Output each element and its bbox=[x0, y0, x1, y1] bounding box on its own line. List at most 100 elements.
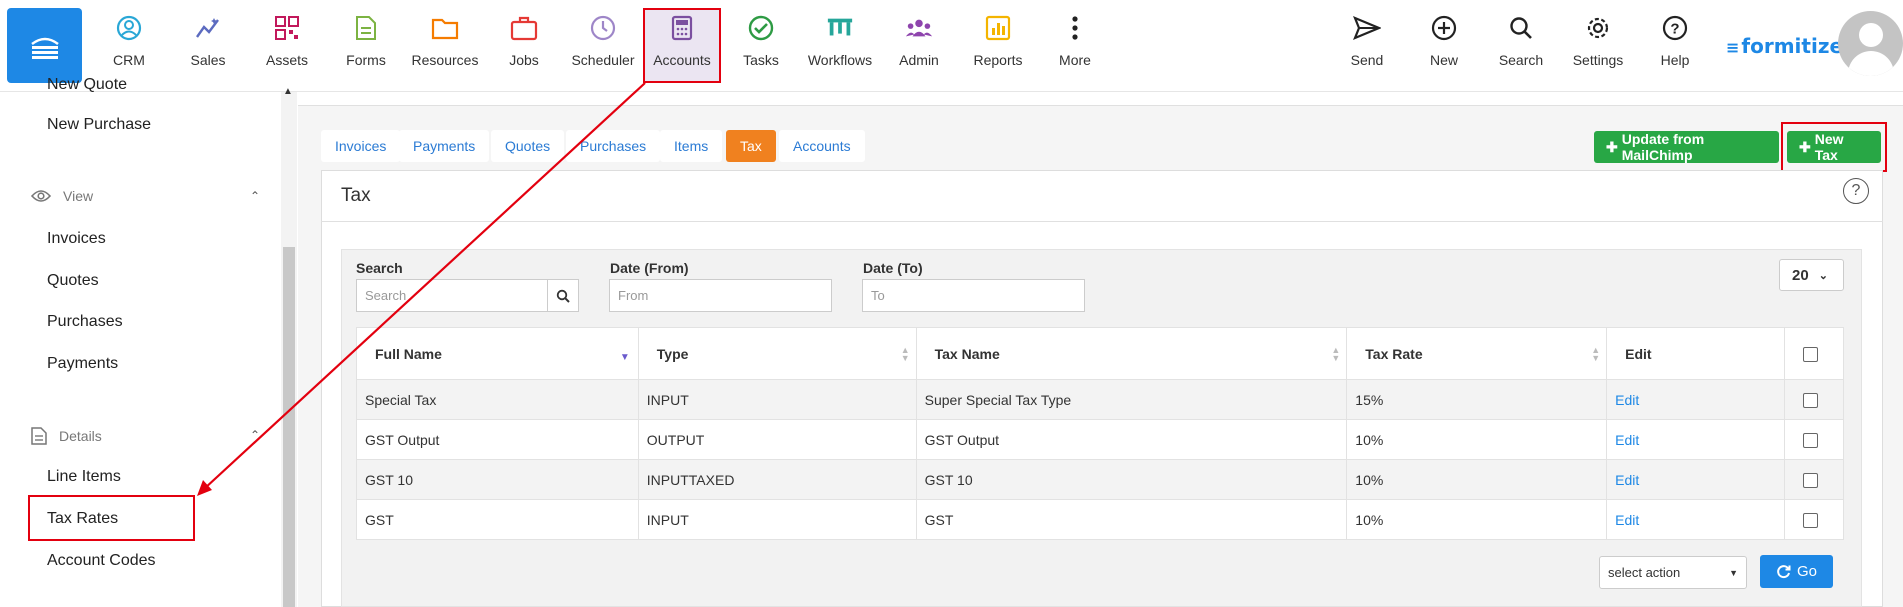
select-all-checkbox-cell[interactable] bbox=[1783, 327, 1845, 380]
sales-icon bbox=[196, 18, 219, 38]
table-row: GST 10 INPUTTAXED GST 10 10% Edit bbox=[356, 459, 1845, 500]
search-button[interactable] bbox=[547, 279, 579, 312]
nav-reports[interactable]: Reports bbox=[959, 14, 1037, 74]
nav-label: Workflows bbox=[807, 52, 873, 68]
bulk-action-value: select action bbox=[1608, 565, 1681, 580]
sidebar-link-payments[interactable]: Payments bbox=[47, 355, 118, 373]
scrollbar-thumb[interactable] bbox=[283, 247, 295, 607]
formitize-logo[interactable]: ≡ formitize bbox=[1726, 34, 1843, 58]
nav-label: Admin bbox=[899, 52, 939, 68]
go-button[interactable]: Go bbox=[1760, 555, 1833, 588]
cell-tax-name: GST Output bbox=[915, 419, 1348, 460]
chevron-up-icon[interactable]: ⌃ bbox=[250, 428, 260, 442]
nav-settings[interactable]: Settings bbox=[1559, 14, 1637, 74]
sort-icon: ▲ ▼ bbox=[900, 345, 910, 363]
sidebar-section-view[interactable]: View bbox=[31, 188, 93, 204]
column-header-type[interactable]: Type ▲ ▼ bbox=[637, 327, 917, 380]
content-header-strip bbox=[298, 92, 1903, 106]
nav-accounts[interactable]: Accounts bbox=[643, 14, 721, 74]
more-dots-icon bbox=[1072, 16, 1078, 40]
tax-table: Full Name ▼ Type ▲ ▼ Tax Name ▲ ▼ Tax Rate ▲ ▼ … bbox=[356, 327, 1845, 540]
panel-title: Tax bbox=[341, 185, 371, 206]
column-header-tax-name[interactable]: Tax Name ▲ ▼ bbox=[915, 327, 1348, 380]
row-checkbox[interactable] bbox=[1802, 512, 1818, 528]
sidebar-link-quotes[interactable]: Quotes bbox=[47, 272, 99, 290]
nav-forms[interactable]: Forms bbox=[327, 14, 405, 74]
nav-label: Jobs bbox=[509, 52, 539, 68]
tab-payments[interactable]: Payments bbox=[399, 130, 490, 162]
nav-help[interactable]: ? Help bbox=[1636, 14, 1714, 74]
reports-icon bbox=[985, 15, 1011, 41]
nav-jobs[interactable]: Jobs bbox=[485, 14, 563, 74]
nav-more[interactable]: More bbox=[1036, 14, 1114, 74]
sidebar-link-account-codes[interactable]: Account Codes bbox=[47, 552, 156, 570]
nav-resources[interactable]: Resources bbox=[406, 14, 484, 74]
row-checkbox[interactable] bbox=[1802, 472, 1818, 488]
select-all-checkbox[interactable] bbox=[1802, 346, 1818, 362]
nav-label: Settings bbox=[1572, 52, 1624, 68]
chevron-up-icon[interactable]: ⌃ bbox=[250, 189, 260, 203]
column-header-full-name[interactable]: Full Name ▼ bbox=[356, 327, 639, 380]
nav-sales[interactable]: Sales bbox=[169, 14, 247, 74]
sort-icon: ▲ ▼ bbox=[1331, 345, 1341, 363]
home-button[interactable] bbox=[7, 8, 82, 83]
tab-tax[interactable]: Tax bbox=[726, 130, 776, 162]
sidebar-link-new-purchase[interactable]: New Purchase bbox=[47, 116, 151, 134]
date-from-input[interactable]: From bbox=[609, 279, 832, 312]
nav-label: More bbox=[1059, 52, 1091, 68]
edit-link[interactable]: Edit bbox=[1615, 432, 1639, 448]
sort-desc-icon: ▼ bbox=[619, 352, 630, 363]
cell-tax-rate: 15% bbox=[1346, 379, 1608, 420]
table-row: GST Output OUTPUT GST Output 10% Edit bbox=[356, 419, 1845, 460]
tab-quotes[interactable]: Quotes bbox=[491, 130, 565, 162]
nav-search[interactable]: Search bbox=[1482, 14, 1560, 74]
row-checkbox[interactable] bbox=[1802, 432, 1818, 448]
tab-accounts[interactable]: Accounts bbox=[779, 130, 865, 162]
new-tax-button[interactable]: ✚ New Tax bbox=[1787, 131, 1881, 163]
nav-assets[interactable]: Assets bbox=[248, 14, 326, 74]
nav-label: Search bbox=[1498, 52, 1544, 68]
user-avatar[interactable] bbox=[1838, 11, 1903, 76]
nav-tasks[interactable]: Tasks bbox=[722, 14, 800, 74]
sidebar-link-tax-rates[interactable]: Tax Rates bbox=[47, 510, 118, 528]
date-to-input[interactable]: To bbox=[862, 279, 1085, 312]
sidebar-link-purchases[interactable]: Purchases bbox=[47, 313, 123, 331]
cell-tax-name: Super Special Tax Type bbox=[915, 379, 1348, 420]
sidebar-link-line-items[interactable]: Line Items bbox=[47, 468, 121, 486]
check-circle-icon bbox=[748, 15, 774, 41]
nav-new[interactable]: New bbox=[1405, 14, 1483, 74]
tab-purchases[interactable]: Purchases bbox=[566, 130, 661, 162]
table-row: Special Tax INPUT Super Special Tax Type… bbox=[356, 379, 1845, 420]
nav-crm[interactable]: CRM bbox=[90, 14, 168, 74]
page-size-value: 20 bbox=[1792, 266, 1809, 284]
table-row: GST INPUT GST 10% Edit bbox=[356, 499, 1845, 540]
search-input[interactable]: Search bbox=[356, 279, 548, 312]
update-from-mailchimp-button[interactable]: ✚ Update from MailChimp bbox=[1594, 131, 1779, 163]
row-checkbox[interactable] bbox=[1802, 392, 1818, 408]
sidebar-link-new-quote[interactable]: New Quote bbox=[47, 76, 127, 94]
bulk-action-select[interactable]: select action ▼ bbox=[1599, 556, 1747, 589]
nav-admin[interactable]: Admin bbox=[880, 14, 958, 74]
page-size-select[interactable]: 20 ⌄ bbox=[1779, 259, 1844, 291]
column-header-tax-rate[interactable]: Tax Rate ▲ ▼ bbox=[1346, 327, 1608, 380]
cell-full-name: GST 10 bbox=[356, 459, 639, 500]
sidebar-link-invoices[interactable]: Invoices bbox=[47, 230, 106, 248]
edit-link[interactable]: Edit bbox=[1615, 472, 1639, 488]
sidebar-section-details[interactable]: Details bbox=[31, 427, 102, 445]
tab-items[interactable]: Items bbox=[660, 130, 723, 162]
button-label: Go bbox=[1796, 563, 1817, 580]
scroll-up-arrow-icon[interactable]: ▲ bbox=[283, 86, 293, 97]
plus-icon: ✚ bbox=[1606, 138, 1618, 155]
document-icon bbox=[31, 427, 47, 445]
gear-icon bbox=[1587, 17, 1609, 39]
nav-workflows[interactable]: Workflows bbox=[801, 14, 879, 74]
nav-send[interactable]: Send bbox=[1328, 14, 1406, 74]
section-label: View bbox=[63, 188, 94, 204]
search-label: Search bbox=[356, 260, 403, 276]
edit-link[interactable]: Edit bbox=[1615, 392, 1639, 408]
edit-link[interactable]: Edit bbox=[1615, 512, 1639, 528]
tab-invoices[interactable]: Invoices bbox=[321, 130, 401, 162]
nav-scheduler[interactable]: Scheduler bbox=[564, 14, 642, 74]
nav-label: Scheduler bbox=[571, 52, 635, 68]
help-icon[interactable]: ? bbox=[1843, 178, 1869, 204]
